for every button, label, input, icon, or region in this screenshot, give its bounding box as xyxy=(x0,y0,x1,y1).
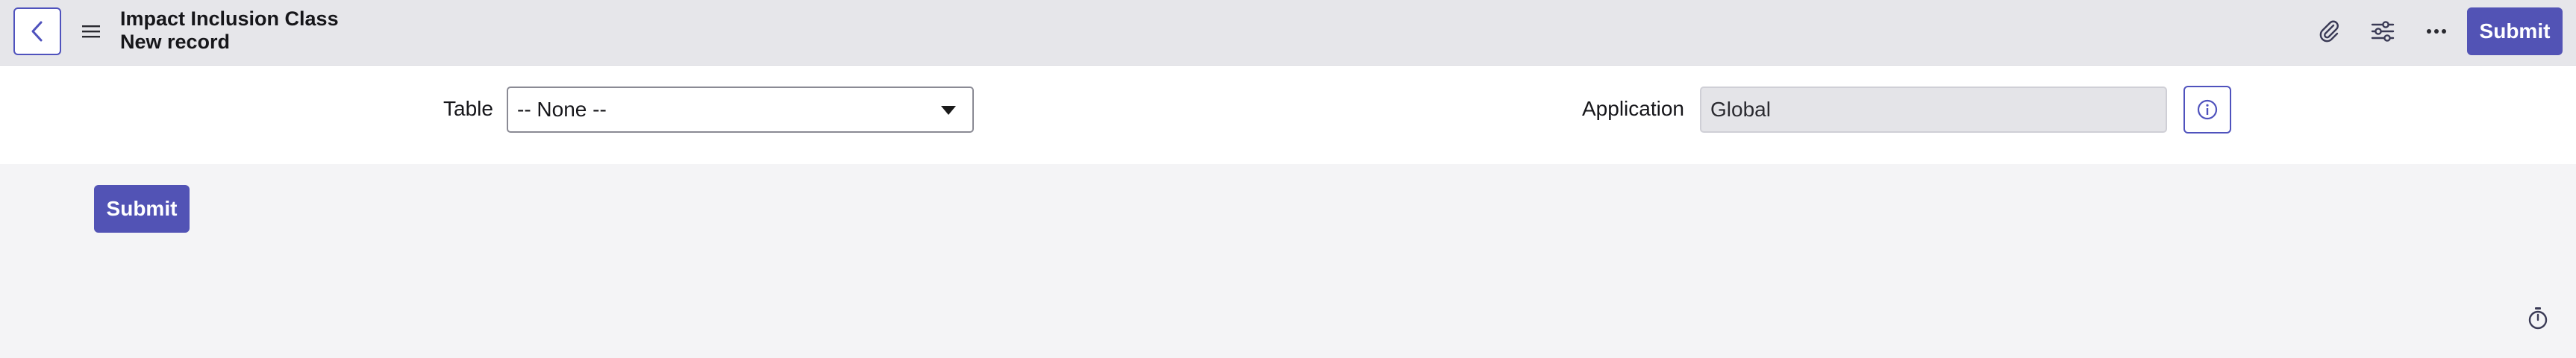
table-field-label: Table xyxy=(443,97,493,120)
top-header: Impact Inclusion Class New record Submit xyxy=(0,0,2576,66)
submit-button-footer[interactable]: Submit xyxy=(94,185,190,233)
application-info-button[interactable] xyxy=(2183,86,2231,134)
application-field: Global xyxy=(1700,87,2167,133)
response-time-button[interactable] xyxy=(2525,306,2551,331)
sliders-icon xyxy=(2371,21,2395,42)
table-select-value: -- None -- xyxy=(517,98,607,121)
more-options-button[interactable] xyxy=(2422,16,2451,46)
application-field-label: Application xyxy=(1582,97,1684,120)
info-icon xyxy=(2197,99,2218,120)
timer-icon xyxy=(2528,307,2548,330)
back-icon xyxy=(31,21,43,42)
page-subtitle: New record xyxy=(120,31,231,53)
paperclip-icon xyxy=(2319,20,2339,43)
record-titles: Impact Inclusion Class New record xyxy=(120,7,339,54)
form-panel: Table -- None -- Application Global xyxy=(0,66,2576,164)
hamburger-menu-icon[interactable] xyxy=(81,22,101,40)
table-select[interactable]: -- None -- xyxy=(507,87,974,133)
personalize-form-button[interactable] xyxy=(2368,16,2398,46)
application-field-value: Global xyxy=(1710,98,1771,121)
page-title: Impact Inclusion Class xyxy=(120,7,339,30)
attachment-button[interactable] xyxy=(2314,16,2344,46)
chevron-down-icon xyxy=(941,106,956,115)
more-horizontal-icon xyxy=(2427,29,2446,34)
back-button[interactable] xyxy=(13,7,61,55)
submit-button-header[interactable]: Submit xyxy=(2467,7,2563,55)
